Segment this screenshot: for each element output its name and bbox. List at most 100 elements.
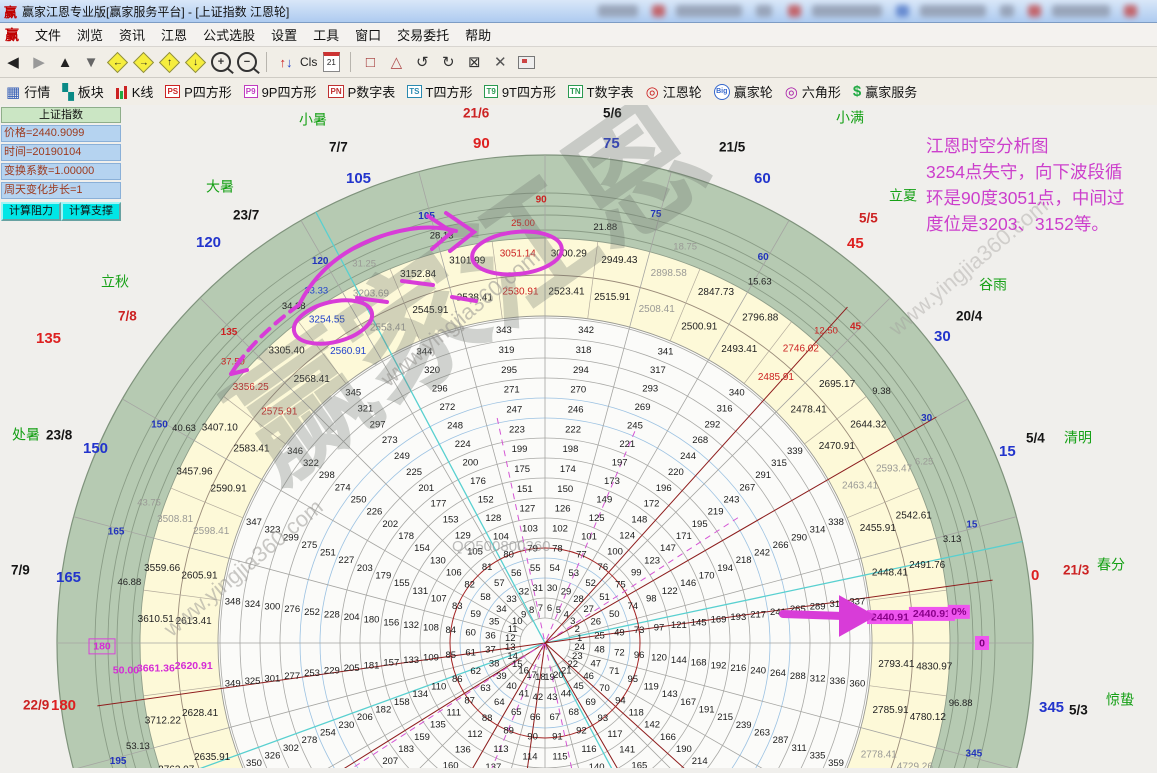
svg-text:227: 227 (338, 555, 354, 566)
cls-button[interactable]: Cls (300, 51, 317, 73)
zoom-out-icon[interactable]: − (235, 51, 259, 73)
svg-text:199: 199 (512, 444, 528, 455)
svg-text:40.63: 40.63 (172, 423, 196, 434)
menu-item-江恩[interactable]: 江恩 (153, 23, 195, 46)
gann-wheel-button[interactable]: ◎江恩轮 (646, 82, 702, 101)
svg-text:315: 315 (771, 458, 787, 469)
down-icon[interactable]: ▼ (79, 51, 103, 73)
svg-text:144: 144 (671, 655, 687, 666)
svg-text:192: 192 (711, 660, 727, 671)
calc-support-button[interactable]: 计算支撑 (61, 202, 121, 221)
maximize-icon[interactable]: ⊠ (462, 51, 486, 73)
svg-text:228: 228 (324, 609, 340, 620)
svg-text:96.88: 96.88 (949, 698, 973, 709)
t-table-button-label: T数字表 (587, 82, 634, 101)
menu-item-资讯[interactable]: 资讯 (111, 23, 153, 46)
svg-text:102: 102 (552, 523, 568, 534)
menu-item-帮助[interactable]: 帮助 (457, 23, 499, 46)
calc-resistance-button[interactable]: 计算阻力 (1, 202, 61, 221)
menu-item-窗口[interactable]: 窗口 (347, 23, 389, 46)
sector-button[interactable]: ▚板块 (62, 82, 104, 101)
menu-item-交易委托[interactable]: 交易委托 (389, 23, 457, 46)
prev-icon[interactable]: ◀ (1, 51, 25, 73)
p-square-button[interactable]: PSP四方形 (165, 82, 231, 101)
svg-text:146: 146 (680, 578, 696, 589)
svg-text:2: 2 (575, 624, 580, 635)
svg-text:338: 338 (828, 517, 844, 528)
svg-text:201: 201 (418, 483, 434, 494)
toolbar-separator (266, 52, 267, 72)
t9-square-button[interactable]: T99T四方形 (484, 82, 556, 101)
kline-button[interactable]: K线 (116, 82, 154, 101)
svg-text:269: 269 (635, 402, 651, 413)
svg-text:3559.66: 3559.66 (144, 563, 181, 574)
svg-text:45: 45 (573, 681, 584, 692)
hexagon-button-label: 六角形 (802, 82, 841, 101)
rotate-cw-icon[interactable]: ↻ (436, 51, 460, 73)
calendar-icon[interactable]: 21 (319, 51, 343, 73)
degree-label-165: 165 (56, 569, 81, 586)
t-table-icon: TN (568, 85, 583, 98)
menu-item-公式选股[interactable]: 公式选股 (195, 23, 263, 46)
svg-text:116: 116 (581, 744, 596, 755)
menu-item-工具[interactable]: 工具 (305, 23, 347, 46)
rotate-ccw-icon[interactable]: ↺ (410, 51, 434, 73)
svg-text:122: 122 (662, 586, 678, 597)
blurred-tab-item (788, 5, 801, 17)
step-up-icon[interactable]: ↑ (157, 51, 181, 73)
svg-text:57: 57 (494, 578, 505, 589)
market-button[interactable]: ▦行情 (6, 82, 50, 101)
menu-item-设置[interactable]: 设置 (263, 23, 305, 46)
svg-text:204: 204 (344, 612, 360, 623)
svg-text:239: 239 (736, 720, 752, 731)
svg-text:128: 128 (485, 513, 501, 524)
svg-text:127: 127 (519, 504, 535, 515)
svg-text:226: 226 (366, 507, 382, 518)
step-down-icon[interactable]: ↓ (183, 51, 207, 73)
svg-text:84: 84 (446, 625, 457, 636)
svg-text:76: 76 (598, 562, 609, 573)
winner-service-button[interactable]: $赢家服务 (853, 82, 917, 101)
svg-text:15: 15 (966, 519, 978, 530)
svg-text:56: 56 (511, 568, 522, 579)
svg-text:2448.41: 2448.41 (872, 567, 909, 578)
next-icon[interactable]: ▶ (27, 51, 51, 73)
winner-wheel-button[interactable]: Big赢家轮 (714, 82, 773, 101)
square-tool-icon[interactable]: □ (358, 51, 382, 73)
zoom-in-icon[interactable]: + (209, 51, 233, 73)
price-updown-icon[interactable]: ↑↓ (274, 51, 298, 73)
svg-text:167: 167 (680, 697, 696, 708)
svg-text:152: 152 (478, 494, 494, 505)
p-table-button[interactable]: PNP数字表 (328, 82, 395, 101)
svg-text:51: 51 (599, 592, 610, 603)
svg-text:165: 165 (108, 527, 125, 538)
svg-text:316: 316 (717, 403, 733, 414)
blurred-tab-item (676, 5, 742, 17)
screen-icon[interactable] (514, 51, 538, 73)
svg-text:193: 193 (730, 612, 746, 623)
menu-item-文件[interactable]: 文件 (27, 23, 69, 46)
blurred-tab-item (598, 5, 638, 17)
hexagon-button[interactable]: ◎六角形 (785, 82, 841, 101)
svg-text:158: 158 (394, 697, 410, 708)
t-table-button[interactable]: TN T数字表 (568, 82, 634, 101)
svg-text:6.25: 6.25 (915, 457, 934, 468)
triangle-tool-icon[interactable]: △ (384, 51, 408, 73)
collapse-icon[interactable]: ✕ (488, 51, 512, 73)
svg-text:74: 74 (627, 601, 638, 612)
svg-text:214: 214 (692, 756, 708, 767)
svg-text:38: 38 (489, 659, 500, 670)
step-left-icon[interactable]: ← (105, 51, 129, 73)
svg-text:2491.76: 2491.76 (909, 560, 946, 571)
t-square-button[interactable]: TST四方形 (407, 82, 472, 101)
up-icon[interactable]: ▲ (53, 51, 77, 73)
step-right-icon[interactable]: → (131, 51, 155, 73)
svg-text:107: 107 (431, 594, 447, 605)
svg-text:341: 341 (658, 346, 674, 357)
p9-square-button[interactable]: P99P四方形 (244, 82, 317, 101)
menu-item-浏览[interactable]: 浏览 (69, 23, 111, 46)
svg-text:159: 159 (414, 732, 430, 743)
svg-text:165: 165 (631, 760, 647, 768)
svg-text:83: 83 (452, 601, 463, 612)
svg-text:30: 30 (547, 583, 558, 594)
